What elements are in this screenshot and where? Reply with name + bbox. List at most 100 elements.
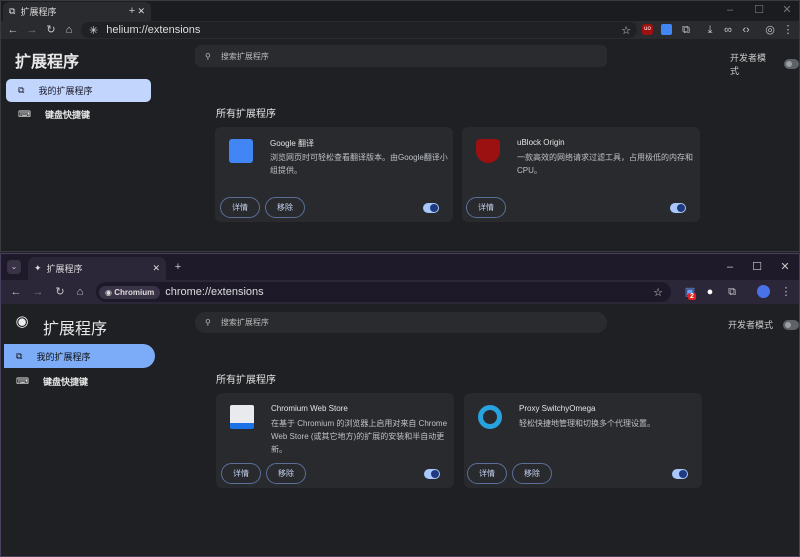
enable-toggle[interactable]	[672, 469, 688, 479]
maximize-icon[interactable]: ☐	[750, 260, 764, 274]
section-title: 所有扩展程序	[216, 109, 276, 120]
chip-label: Chromium	[114, 287, 155, 297]
download-icon[interactable]: ⤓	[703, 23, 717, 37]
chromium-window: ⌄ ✦ 扩展程序 ✕ + – ☐ ✕ ← → ↻ ⌂ ◉ Chromium ch…	[0, 253, 800, 557]
sidebar-item-keyboard-shortcuts[interactable]: ⌨ 键盘快捷键	[6, 105, 151, 123]
profile-icon[interactable]: ◎	[763, 23, 777, 37]
dev-mode-label: 开发者模式	[728, 320, 774, 330]
enable-toggle[interactable]	[423, 203, 439, 213]
site-chip[interactable]: ◉ Chromium	[99, 285, 161, 299]
home-icon[interactable]: ⌂	[73, 285, 87, 299]
site-info-icon[interactable]: ✳	[89, 24, 98, 37]
bookmark-star-icon[interactable]: ☆	[621, 24, 631, 37]
minimize-icon[interactable]: –	[723, 260, 737, 274]
dev-mode-label: 开发者模式	[730, 53, 767, 76]
extension-card: Chromium Web Store 在基于 Chromium 的浏览器上启用对…	[216, 393, 454, 488]
chromium-logo-icon: ◉	[15, 313, 29, 330]
dev-mode-toggle[interactable]	[783, 319, 799, 330]
reload-icon[interactable]: ↻	[44, 23, 58, 37]
developer-mode: 开发者模式	[730, 51, 799, 77]
remove-button[interactable]: 移除	[266, 463, 306, 484]
details-button[interactable]: 详情	[220, 197, 260, 218]
tab-extensions[interactable]: ✦ 扩展程序 ✕	[28, 257, 166, 280]
home-icon[interactable]: ⌂	[62, 23, 76, 37]
menu-icon[interactable]: ⋮	[779, 285, 793, 299]
url-text: helium://extensions	[106, 24, 201, 36]
details-button[interactable]: 详情	[221, 463, 261, 484]
close-window-icon[interactable]: ✕	[778, 260, 792, 274]
forward-icon[interactable]: →	[31, 285, 45, 299]
address-bar[interactable]: ✳ helium://extensions ☆	[81, 22, 637, 38]
keyboard-icon: ⌨	[18, 108, 31, 119]
dev-mode-toggle[interactable]	[783, 59, 799, 69]
tab-strip: ⌄ ✦ 扩展程序 ✕ + – ☐ ✕	[1, 254, 799, 280]
back-icon[interactable]: ←	[9, 285, 23, 299]
switchyomega-extension-icon[interactable]: ●	[703, 285, 717, 299]
extensions-puzzle-icon[interactable]: ⧉	[679, 23, 693, 37]
page-title: 扩展程序	[15, 54, 80, 71]
sidebar-item-keyboard-shortcuts[interactable]: ⌨ 键盘快捷键	[4, 372, 155, 390]
google-translate-extension-icon[interactable]	[661, 24, 672, 35]
ublock-extension-icon[interactable]: uo	[642, 24, 653, 35]
extension-name: Proxy SwitchyOmega	[519, 404, 596, 413]
reload-icon[interactable]: ↻	[53, 285, 67, 299]
enable-toggle[interactable]	[670, 203, 686, 213]
enable-toggle[interactable]	[424, 469, 440, 479]
google-translate-icon	[229, 139, 253, 163]
back-icon[interactable]: ←	[6, 23, 20, 37]
minimize-icon[interactable]: –	[723, 3, 737, 17]
close-window-icon[interactable]: ✕	[780, 3, 794, 17]
chromium-web-store-icon	[230, 405, 254, 429]
search-input[interactable]: ⚲ 搜索扩展程序	[195, 312, 607, 333]
extension-badge: 2	[688, 293, 696, 300]
close-tab-icon[interactable]: ✕	[152, 263, 160, 274]
helium-window: ⧉ 扩展程序 ✕ + – ☐ ✕ ← → ↻ ⌂ ✳ helium://exte…	[0, 0, 800, 252]
forward-icon[interactable]: →	[25, 23, 39, 37]
extension-name: Chromium Web Store	[271, 404, 348, 413]
details-button[interactable]: 详情	[467, 463, 507, 484]
maximize-icon[interactable]: ☐	[752, 3, 766, 17]
profile-avatar[interactable]	[757, 285, 770, 298]
search-icon: ⚲	[205, 318, 211, 327]
switchyomega-icon	[478, 405, 502, 429]
extension-name: uBlock Origin	[517, 138, 565, 147]
sidebar-item-my-extensions[interactable]: ⧉ 我的扩展程序	[6, 79, 151, 102]
tab-strip: ⧉ 扩展程序 ✕ + – ☐ ✕	[1, 1, 799, 21]
nav-label: 键盘快捷键	[43, 376, 89, 387]
tab-search-chevron-icon[interactable]: ⌄	[7, 260, 21, 274]
code-icon[interactable]: ‹›	[739, 23, 753, 37]
puzzle-icon: ⧉	[9, 6, 16, 16]
extension-card: uBlock Origin 一款高效的网络请求过滤工具，占用极低的内存和CPU。…	[462, 127, 700, 222]
toolbar: ← → ↻ ⌂ ◉ Chromium chrome://extensions ☆…	[1, 280, 799, 304]
extension-description: 一款高效的网络请求过滤工具，占用极低的内存和CPU。	[517, 153, 693, 175]
search-icon: ⚲	[205, 51, 211, 61]
remove-button[interactable]: 移除	[512, 463, 552, 484]
sidebar-item-my-extensions[interactable]: ⧉ 我的扩展程序	[4, 344, 155, 368]
section-title: 所有扩展程序	[216, 375, 276, 386]
remove-button[interactable]: 移除	[265, 197, 305, 218]
puzzle-icon: ⧉	[16, 350, 23, 361]
search-input[interactable]: ⚲ 搜索扩展程序	[195, 45, 607, 67]
extension-description: 浏览网页时可轻松查看翻译版本。由Google翻译小组提供。	[270, 153, 448, 175]
puzzle-icon: ✦	[34, 263, 42, 273]
nav-label: 我的扩展程序	[38, 86, 93, 96]
new-tab-icon[interactable]: +	[171, 260, 185, 274]
nav-label: 键盘快捷键	[45, 109, 91, 120]
link-icon[interactable]: ∞	[721, 23, 735, 37]
developer-mode: 开发者模式	[728, 318, 799, 331]
ublock-origin-icon	[476, 139, 500, 163]
new-tab-icon[interactable]: +	[125, 4, 139, 18]
nav-label: 我的扩展程序	[36, 351, 91, 362]
address-bar[interactable]: ◉ Chromium chrome://extensions ☆	[96, 282, 671, 302]
extension-card: Proxy SwitchyOmega 轻松快捷地管理和切换多个代理设置。 详情 …	[464, 393, 702, 488]
search-placeholder: 搜索扩展程序	[220, 51, 269, 61]
bookmark-star-icon[interactable]: ☆	[653, 286, 663, 299]
search-placeholder: 搜索扩展程序	[220, 318, 269, 327]
puzzle-icon: ⧉	[18, 85, 25, 95]
extension-name: Google 翻译	[270, 139, 315, 148]
details-button[interactable]: 详情	[466, 197, 506, 218]
extensions-puzzle-icon[interactable]: ⧉	[725, 285, 739, 299]
url-text: chrome://extensions	[165, 286, 264, 298]
tab-title: 扩展程序	[46, 264, 83, 274]
menu-icon[interactable]: ⋮	[781, 23, 795, 37]
